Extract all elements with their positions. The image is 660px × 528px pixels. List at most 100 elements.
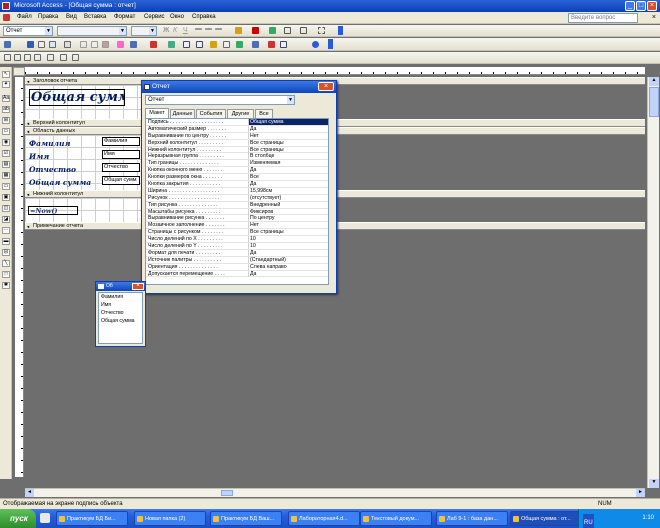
control-wizards-icon[interactable]: ✦ [2, 81, 10, 88]
property-row[interactable]: Подпись . . . . . . . . . . . . . . . . … [146, 119, 328, 126]
undo-icon[interactable] [130, 41, 137, 48]
save-icon[interactable] [27, 41, 34, 48]
property-value[interactable]: Да [248, 270, 328, 277]
menu-edit[interactable]: Правка [38, 14, 58, 20]
field-lastname[interactable]: Фамилия [102, 137, 140, 146]
toolbar-options-icon[interactable] [338, 26, 343, 35]
menu-tools[interactable]: Сервис [144, 14, 165, 20]
property-value[interactable]: Да [248, 249, 328, 256]
property-row[interactable]: Выравнивание по центру . . . . . . Нет [146, 132, 328, 140]
property-value[interactable]: Внедренный [248, 201, 328, 208]
page-footer-section[interactable]: =Now() [25, 198, 142, 222]
underline-icon[interactable]: Ч [183, 27, 188, 34]
property-row[interactable]: Выравнивание рисунка . . . . . . . По цен… [146, 215, 328, 223]
paste-icon[interactable] [102, 41, 109, 48]
copy-icon[interactable] [91, 41, 98, 48]
properties-icon[interactable] [236, 41, 243, 48]
textbox-tool-icon[interactable]: ab [2, 106, 10, 113]
rectangle-tool-icon[interactable]: □ [2, 271, 10, 278]
page-break-icon[interactable]: ⋯ [2, 227, 10, 234]
property-row[interactable]: Допускается перемещение . . . . Да [146, 270, 328, 278]
property-row[interactable]: Источник палитры . . . . . . . . . . (Ста… [146, 256, 328, 264]
format-painter-icon[interactable] [117, 41, 124, 48]
align-left-icon[interactable] [4, 54, 11, 61]
taskbar-button[interactable]: Лаб 9-1 : база дан... [436, 511, 508, 526]
field-patronymic[interactable]: Отчество [102, 163, 140, 172]
property-row[interactable]: Автоматический размер . . . . . . . Да [146, 125, 328, 133]
tab-events[interactable]: События [196, 109, 226, 118]
vertical-scroll-thumb[interactable] [649, 87, 659, 117]
bring-front-icon[interactable] [72, 54, 79, 61]
special-effect-icon[interactable] [318, 27, 325, 34]
field-total[interactable]: Общая сумм [102, 176, 140, 185]
align-top-icon[interactable] [24, 54, 31, 61]
field-list-item[interactable]: Фамилия [99, 293, 142, 301]
doc-menu-icon[interactable] [3, 14, 10, 21]
line-color-icon[interactable] [269, 27, 276, 34]
quick-launch-icon[interactable] [40, 513, 50, 523]
autoformat-icon[interactable] [210, 41, 217, 48]
cut-icon[interactable] [80, 41, 87, 48]
close-icon[interactable]: × [318, 82, 334, 91]
property-value[interactable]: 15,998см [248, 187, 328, 194]
line-tool-icon[interactable]: ╲ [2, 260, 10, 267]
code-icon[interactable] [223, 41, 230, 48]
doc-close-icon[interactable]: × [652, 14, 656, 21]
view-icon[interactable] [4, 41, 11, 48]
build-icon[interactable] [252, 41, 259, 48]
scroll-left-icon[interactable]: ◄ [25, 489, 34, 497]
property-row[interactable]: Кнопки размеров окна . . . . . . . Все [146, 174, 328, 182]
vertical-scrollbar[interactable]: ▲ ▼ [647, 77, 659, 488]
sorting-grouping-icon[interactable] [196, 41, 203, 48]
property-value[interactable]: Все страницы [248, 139, 328, 146]
property-value[interactable]: Нет [248, 222, 328, 229]
tab-all[interactable]: Все [255, 109, 273, 118]
print-icon[interactable] [38, 41, 45, 48]
toggle-button-icon[interactable]: ▭ [2, 128, 10, 135]
size-to-fit-icon[interactable] [47, 54, 54, 61]
spacing-icon[interactable] [60, 54, 67, 61]
property-value[interactable]: Да [248, 181, 328, 188]
option-group-icon[interactable]: ⊞ [2, 117, 10, 124]
taskbar-button[interactable]: Лабораторная4.d... [288, 511, 360, 526]
align-left-icon[interactable] [195, 28, 202, 35]
subform-icon[interactable]: ⊟ [2, 249, 10, 256]
report-header-section[interactable]: Общая сумма [25, 85, 142, 119]
print-preview-icon[interactable] [49, 41, 56, 48]
property-value[interactable]: Все страницы [248, 229, 328, 236]
property-row[interactable]: Масштабы рисунка . . . . . . . . . Фиксир… [146, 208, 328, 216]
taskbar-button[interactable]: Текстовый докум... [360, 511, 432, 526]
menu-insert[interactable]: Вставка [84, 14, 106, 20]
object-combo[interactable]: Отчет ▼ [3, 26, 53, 36]
minimize-button[interactable]: _ [625, 1, 635, 11]
field-list-item[interactable]: Имя [99, 301, 142, 309]
select-objects-icon[interactable]: ↖ [2, 71, 10, 78]
property-value[interactable]: Изменяемая [248, 160, 328, 167]
menu-view[interactable]: Вид [66, 14, 77, 20]
property-value[interactable]: Нет [248, 132, 328, 139]
label-tool-icon[interactable]: Aa [2, 95, 10, 102]
property-row[interactable]: Число делений по Y . . . . . . . . . 10 [146, 243, 328, 250]
ask-question-input[interactable]: Введите вопрос [568, 13, 638, 23]
combo-box-icon[interactable]: ▤ [2, 161, 10, 168]
more-controls-icon[interactable]: ✱ [2, 282, 10, 289]
ruler-corner[interactable] [13, 67, 25, 76]
close-icon[interactable]: × [132, 283, 144, 290]
property-row[interactable]: Кнопка закрытия . . . . . . . . . . . Да [146, 181, 328, 188]
scroll-up-icon[interactable]: ▲ [649, 77, 659, 86]
property-row[interactable]: Ширина . . . . . . . . . . . . . . . . .… [146, 187, 328, 195]
property-value[interactable]: (Стандартный) [248, 256, 328, 263]
horizontal-ruler[interactable] [25, 67, 645, 75]
property-row[interactable]: Кнопка оконного меню . . . . . . . Да [146, 167, 328, 175]
bold-icon[interactable]: Ж [163, 27, 169, 34]
property-sheet-title-bar[interactable]: Отчет × [142, 81, 336, 93]
hyperlink-icon[interactable] [150, 41, 157, 48]
property-row[interactable]: Рисунок . . . . . . . . . . . . . . . . … [146, 194, 328, 202]
align-right-icon[interactable] [14, 54, 21, 61]
checkbox-tool-icon[interactable]: ☑ [2, 150, 10, 157]
report-title-label[interactable]: Общая сумма [29, 89, 125, 106]
language-indicator[interactable]: RU [583, 514, 594, 528]
tab-control-icon[interactable]: ▬ [2, 238, 10, 245]
close-button[interactable]: × [647, 1, 657, 11]
taskbar-button[interactable]: Практикум БД Би... [56, 511, 128, 526]
